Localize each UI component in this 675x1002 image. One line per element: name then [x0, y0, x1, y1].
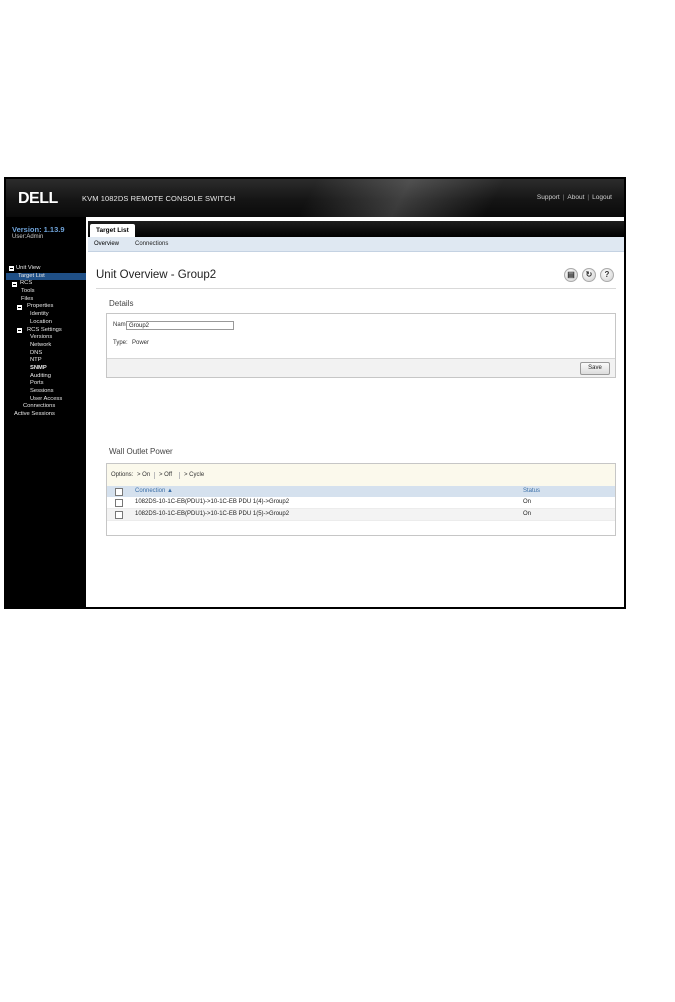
select-all-checkbox[interactable]: [115, 488, 123, 496]
subtab-bar: Overview Connections: [88, 237, 624, 252]
about-link[interactable]: About: [567, 194, 584, 201]
tree-item-connections[interactable]: Connections: [6, 403, 86, 411]
tree-item-target-list[interactable]: Target List: [6, 272, 86, 281]
tree-item-tools[interactable]: Tools: [6, 288, 86, 296]
row-status: On: [523, 511, 532, 517]
tab-target-list[interactable]: Target List: [90, 224, 135, 237]
collapse-icon[interactable]: [17, 304, 22, 310]
type-value: Power: [132, 340, 150, 346]
row-checkbox[interactable]: [115, 499, 123, 507]
tree-item-label: User Access: [30, 395, 63, 402]
product-title: KVM 1082DS REMOTE CONSOLE SWITCH: [82, 194, 236, 203]
option-separator: [154, 472, 155, 479]
tree-item-label: Identity: [30, 311, 49, 318]
tree-item-sessions[interactable]: Sessions: [6, 388, 86, 396]
column-status[interactable]: Status: [523, 486, 540, 497]
table-row[interactable]: 1082DS-10-1C-EB(PDU1)->10-1C-EB PDU 1(5)…: [107, 509, 615, 521]
row-connection: 1082DS-10-1C-EB(PDU1)->10-1C-EB PDU 1(5)…: [135, 511, 290, 517]
table-header: Connection ▲ Status: [107, 486, 615, 497]
subtab-connections[interactable]: Connections: [135, 237, 168, 251]
link-separator: |: [562, 194, 565, 201]
tree-item-label: Target List: [18, 272, 45, 279]
refresh-icon[interactable]: ↻: [582, 268, 596, 282]
option-separator: [179, 472, 180, 479]
tree-item-label: SNMP: [30, 364, 47, 371]
app-header: DELL KVM 1082DS REMOTE CONSOLE SWITCH Su…: [6, 179, 624, 217]
tree-item-files[interactable]: Files: [6, 296, 86, 304]
tree-item-location[interactable]: Location: [6, 319, 86, 327]
logout-link[interactable]: Logout: [592, 194, 612, 201]
tree-item-label: Connections: [23, 403, 56, 410]
details-heading: Details: [109, 299, 134, 308]
link-separator: |: [587, 194, 590, 201]
tree-item-versions[interactable]: Versions: [6, 334, 86, 342]
outlet-panel: Options: > On > Off > Cycle Connection ▲…: [106, 463, 616, 536]
save-button[interactable]: Save: [580, 362, 610, 375]
dell-logo: DELL: [18, 190, 58, 207]
tree-item-ports[interactable]: Ports: [6, 380, 86, 388]
user-label: User:Admin: [12, 234, 44, 240]
print-icon[interactable]: ▤: [564, 268, 578, 282]
row-checkbox[interactable]: [115, 511, 123, 519]
tree-item-auditing[interactable]: Auditing: [6, 373, 86, 381]
option-cycle[interactable]: > Cycle: [184, 464, 204, 486]
tree-item-label: Versions: [30, 334, 53, 341]
nav-tree: Unit View Target List RCS Tools Files Pr…: [6, 265, 86, 419]
collapse-icon[interactable]: [12, 281, 17, 287]
details-panel: Name: Group2 Type: Power Save: [106, 313, 616, 378]
tree-item-label: Network: [30, 341, 52, 348]
option-off[interactable]: > Off: [159, 464, 172, 486]
tree-item-identity[interactable]: Identity: [6, 311, 86, 319]
help-icon[interactable]: ?: [600, 268, 614, 282]
collapse-icon[interactable]: [9, 266, 14, 272]
tab-bar: Target List: [88, 221, 624, 237]
top-links: Support | About | Logout: [537, 194, 612, 201]
title-divider: [96, 288, 616, 289]
subtab-overview[interactable]: Overview: [94, 237, 119, 251]
tree-item-label: DNS: [30, 349, 43, 356]
page-title: Unit Overview - Group2: [96, 269, 217, 281]
options-bar: Options: > On > Off > Cycle: [107, 464, 615, 487]
tree-item-label: Auditing: [30, 372, 51, 379]
column-connection[interactable]: Connection ▲: [135, 486, 173, 497]
option-on[interactable]: > On: [137, 464, 150, 486]
tree-item-label: RCS: [20, 280, 33, 287]
row-status: On: [523, 499, 532, 505]
tree-item-label: Location: [30, 318, 52, 325]
tree-item-network[interactable]: Network: [6, 342, 86, 350]
app-window: DELL KVM 1082DS REMOTE CONSOLE SWITCH Su…: [4, 177, 626, 609]
tree-item-label: Unit View: [16, 265, 41, 271]
tree-item-label: Active Sessions: [14, 411, 55, 418]
tree-item-label: Ports: [30, 380, 44, 387]
name-field[interactable]: Group2: [126, 321, 234, 330]
tree-item-label: Sessions: [30, 388, 54, 394]
tree-item-label: RCS Settings: [27, 326, 62, 333]
type-label: Type:: [113, 340, 128, 346]
support-link[interactable]: Support: [537, 194, 560, 201]
collapse-icon[interactable]: [17, 327, 22, 333]
tree-item-rcs-settings[interactable]: RCS Settings: [6, 327, 86, 335]
tree-item-properties[interactable]: Properties: [6, 303, 86, 311]
tree-item-rcs[interactable]: RCS: [6, 280, 86, 288]
tree-item-snmp[interactable]: SNMP: [6, 365, 86, 373]
version-label: Version: 1.13.9: [12, 225, 65, 234]
tree-item-dns[interactable]: DNS: [6, 350, 86, 358]
tree-item-label: NTP: [30, 357, 42, 364]
tree-item-label: Properties: [27, 303, 54, 310]
outlet-heading: Wall Outlet Power: [109, 447, 173, 456]
tree-item-label: Tools: [21, 288, 35, 295]
tree-item-active-sessions[interactable]: Active Sessions: [6, 411, 86, 419]
sidebar: Version: 1.13.9 User:Admin Unit View Tar…: [6, 217, 86, 607]
table-row[interactable]: 1082DS-10-1C-EB(PDU1)->10-1C-EB PDU 1(4)…: [107, 497, 615, 509]
tree-item-user-access[interactable]: User Access: [6, 396, 86, 404]
tree-item-unit-view[interactable]: Unit View: [6, 265, 86, 273]
options-label: Options:: [111, 472, 134, 478]
main-content: Target List Overview Connections Unit Ov…: [88, 217, 624, 607]
header-swoosh-decoration: [241, 179, 571, 217]
tree-item-ntp[interactable]: NTP: [6, 357, 86, 365]
details-footer: Save: [107, 358, 615, 377]
tree-item-label: Files: [21, 295, 34, 302]
row-connection: 1082DS-10-1C-EB(PDU1)->10-1C-EB PDU 1(4)…: [135, 499, 290, 505]
